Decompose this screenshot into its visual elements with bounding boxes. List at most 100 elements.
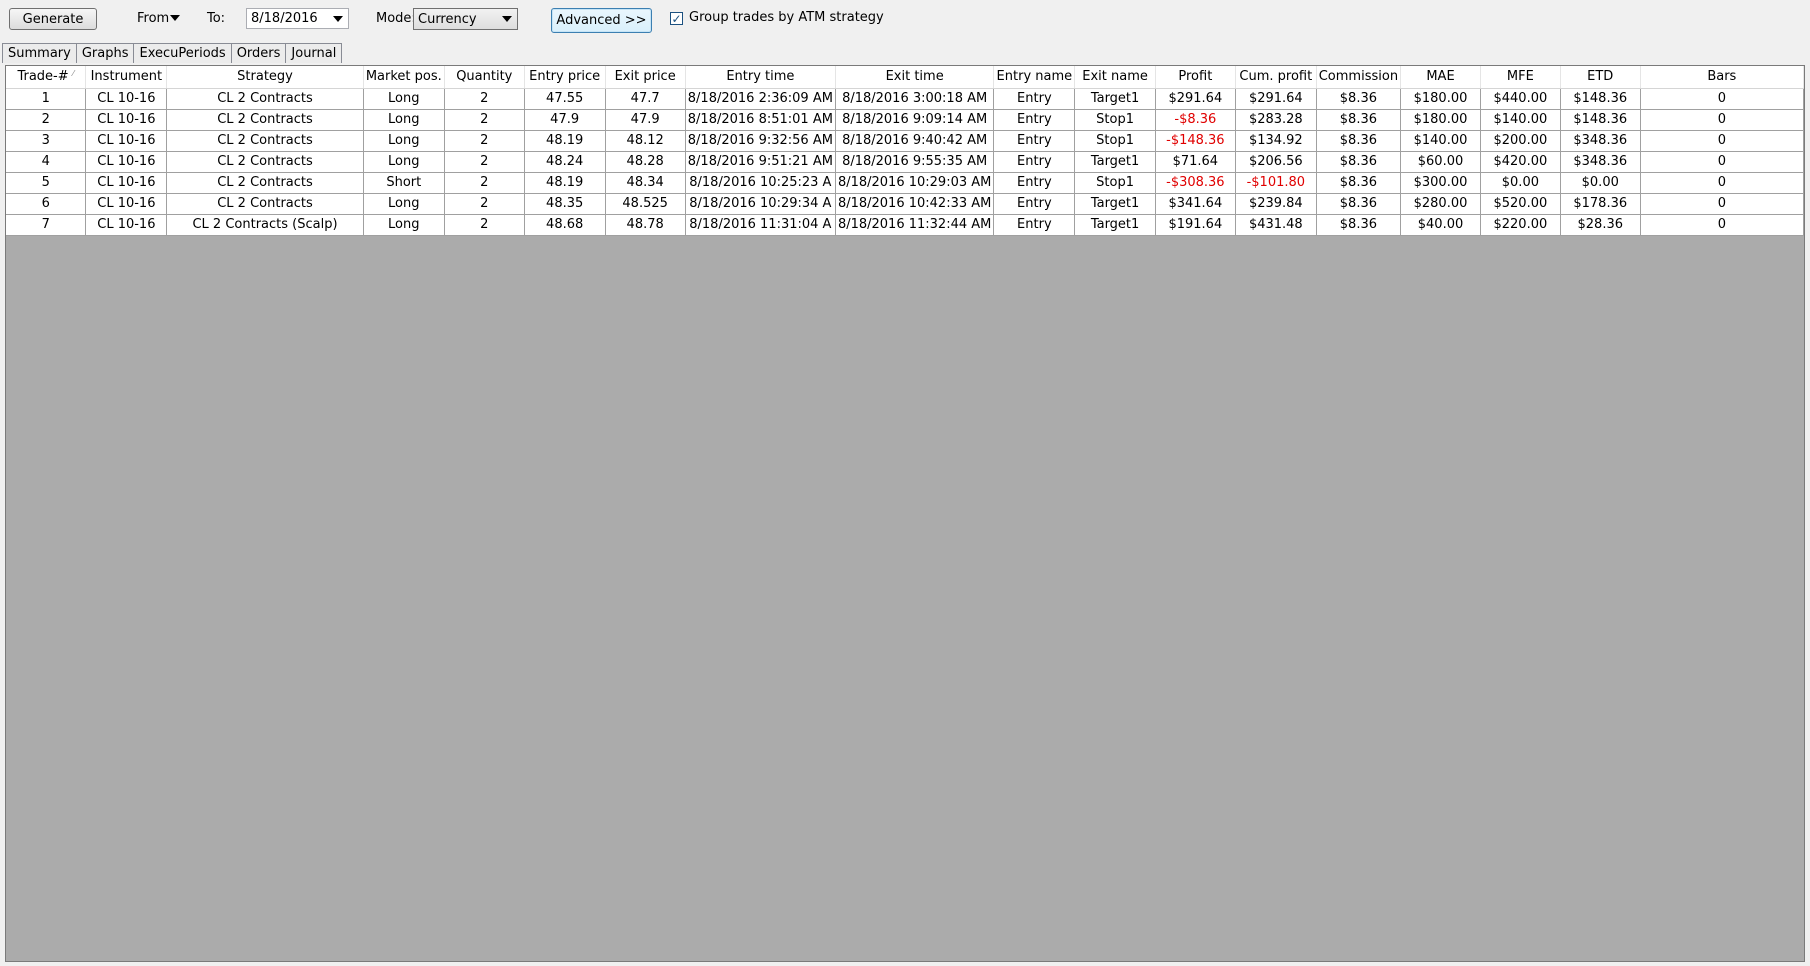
- table-cell: CL 2 Contracts: [166, 151, 364, 173]
- table-cell: Short: [363, 172, 445, 194]
- tab-orders[interactable]: Orders: [230, 43, 287, 63]
- column-header-label: Exit time: [885, 69, 944, 85]
- table-cell: 48.525: [605, 193, 686, 215]
- column-header-exit-name[interactable]: Exit name: [1074, 66, 1156, 89]
- table-cell: 8/18/2016 9:40:42 AM: [835, 130, 995, 152]
- table-cell: $291.64: [1155, 88, 1236, 110]
- table-cell: $178.36: [1560, 193, 1641, 215]
- table-cell: 8/18/2016 3:00:18 AM: [835, 88, 995, 110]
- tab-journal[interactable]: Journal: [285, 43, 343, 63]
- advanced-button[interactable]: Advanced >>: [551, 8, 652, 33]
- table-cell: $180.00: [1400, 88, 1481, 110]
- column-header-instrument[interactable]: Instrument: [85, 66, 168, 89]
- column-header-market-pos[interactable]: Market pos.: [363, 66, 445, 89]
- chevron-down-icon: [502, 16, 512, 22]
- group-trades-checkbox[interactable]: ✓: [670, 12, 683, 25]
- tab-execuperiods[interactable]: ExecuPeriods: [133, 43, 232, 63]
- column-header-label: Profit: [1178, 69, 1213, 85]
- table-cell: CL 10-16: [85, 151, 168, 173]
- table-cell: Target1: [1074, 88, 1156, 110]
- column-header-label: Strategy: [237, 69, 293, 85]
- column-header-bars[interactable]: Bars: [1640, 66, 1804, 89]
- column-header-label: Commission: [1318, 69, 1399, 85]
- table-cell: 8/18/2016 2:36:09 AM: [685, 88, 836, 110]
- table-cell: CL 2 Contracts: [166, 172, 364, 194]
- from-dropdown[interactable]: [167, 8, 182, 28]
- table-cell: $291.64: [1235, 88, 1317, 110]
- table-cell: 2: [444, 214, 525, 236]
- right-edge: [1805, 65, 1810, 962]
- column-header-label: ETD: [1587, 69, 1614, 85]
- table-cell: 48.12: [605, 130, 686, 152]
- mode-select-value: Currency: [418, 11, 477, 27]
- table-cell: Stop1: [1074, 130, 1156, 152]
- table-cell: $140.00: [1480, 109, 1561, 131]
- table-cell: $8.36: [1316, 172, 1402, 194]
- table-row[interactable]: 6 CL 10-16 CL 2 Contracts Long 2 48.35 48.525 8…: [6, 193, 1804, 215]
- column-header-exit-price[interactable]: Exit price: [605, 66, 686, 89]
- tab-summary[interactable]: Summary: [2, 43, 77, 63]
- table-cell: 0: [1640, 109, 1804, 131]
- column-header-label: Entry name: [996, 69, 1073, 85]
- generate-button[interactable]: Generate: [9, 8, 97, 30]
- column-header-mae[interactable]: MAE: [1400, 66, 1481, 89]
- table-cell: 8/18/2016 11:32:44 AM: [835, 214, 995, 236]
- column-header-entry-name[interactable]: Entry name: [993, 66, 1076, 89]
- table-cell: $300.00: [1400, 172, 1481, 194]
- table-row[interactable]: 5 CL 10-16 CL 2 Contracts Short 2 48.19 48.34 8…: [6, 172, 1804, 194]
- column-header-entry-price[interactable]: Entry price: [524, 66, 606, 89]
- table-cell: $431.48: [1235, 214, 1317, 236]
- table-cell: 2: [444, 172, 525, 194]
- column-header-trade[interactable]: Trade-# ⁄: [6, 66, 87, 89]
- table-row[interactable]: 7 CL 10-16 CL 2 Contracts (Scalp) Long 2 48.6…: [6, 214, 1804, 236]
- column-header-commission[interactable]: Commission: [1316, 66, 1402, 89]
- table-cell: $180.00: [1400, 109, 1481, 131]
- tab-graphs[interactable]: Graphs: [75, 43, 135, 63]
- column-header-exit-time[interactable]: Exit time: [835, 66, 995, 89]
- column-header-etd[interactable]: ETD: [1560, 66, 1641, 89]
- table-cell: -$8.36: [1155, 109, 1236, 131]
- mode-label: Mode:: [376, 11, 416, 26]
- table-cell: 8/18/2016 9:55:35 AM: [835, 151, 995, 173]
- table-cell: Long: [363, 214, 445, 236]
- column-header-label: Instrument: [90, 69, 163, 85]
- mode-select[interactable]: Currency: [413, 8, 518, 30]
- table-cell: CL 2 Contracts (Scalp): [166, 214, 364, 236]
- table-cell: $60.00: [1400, 151, 1481, 173]
- trades-table: Trade-# ⁄ Instrument Strategy Market pos. Qua…: [6, 66, 1804, 236]
- to-date-picker[interactable]: 8/18/2016: [246, 8, 349, 29]
- table-cell: CL 10-16: [85, 88, 168, 110]
- column-header-profit[interactable]: Profit: [1155, 66, 1236, 89]
- table-cell: CL 10-16: [85, 193, 168, 215]
- table-cell: $283.28: [1235, 109, 1317, 131]
- table-row[interactable]: 3 CL 10-16 CL 2 Contracts Long 2 48.19 48.12 8/…: [6, 130, 1804, 152]
- column-header-cum-profit[interactable]: Cum. profit: [1235, 66, 1317, 89]
- table-cell: $140.00: [1400, 130, 1481, 152]
- table-cell: $440.00: [1480, 88, 1561, 110]
- table-cell: $134.92: [1235, 130, 1317, 152]
- column-header-entry-time[interactable]: Entry time: [685, 66, 836, 89]
- table-row[interactable]: 1 CL 10-16 CL 2 Contracts Long 2 47.55 47.7 8/1…: [6, 88, 1804, 110]
- table-cell: $8.36: [1316, 88, 1402, 110]
- table-cell: Entry: [993, 88, 1076, 110]
- column-header-strategy[interactable]: Strategy: [166, 66, 364, 89]
- table-cell: $220.00: [1480, 214, 1561, 236]
- table-cell: 8/18/2016 10:25:23 A: [685, 172, 836, 194]
- table-row[interactable]: 2 CL 10-16 CL 2 Contracts Long 2 47.9 47.9 8/18…: [6, 109, 1804, 131]
- table-cell: Target1: [1074, 214, 1156, 236]
- table-cell: Target1: [1074, 151, 1156, 173]
- table-cell: Entry: [993, 214, 1076, 236]
- group-trades-label[interactable]: Group trades by ATM strategy: [689, 10, 884, 25]
- column-header-quantity[interactable]: Quantity: [444, 66, 525, 89]
- column-header-label: Quantity: [456, 69, 513, 85]
- table-cell: $8.36: [1316, 214, 1402, 236]
- table-cell: 48.19: [524, 130, 606, 152]
- column-header-mfe[interactable]: MFE: [1480, 66, 1561, 89]
- table-cell: $520.00: [1480, 193, 1561, 215]
- table-cell: $8.36: [1316, 130, 1402, 152]
- table-cell: $420.00: [1480, 151, 1561, 173]
- table-cell: 8/18/2016 9:51:21 AM: [685, 151, 836, 173]
- table-cell: $71.64: [1155, 151, 1236, 173]
- table-row[interactable]: 4 CL 10-16 CL 2 Contracts Long 2 48.24 48.28 8/…: [6, 151, 1804, 173]
- table-cell: $0.00: [1560, 172, 1641, 194]
